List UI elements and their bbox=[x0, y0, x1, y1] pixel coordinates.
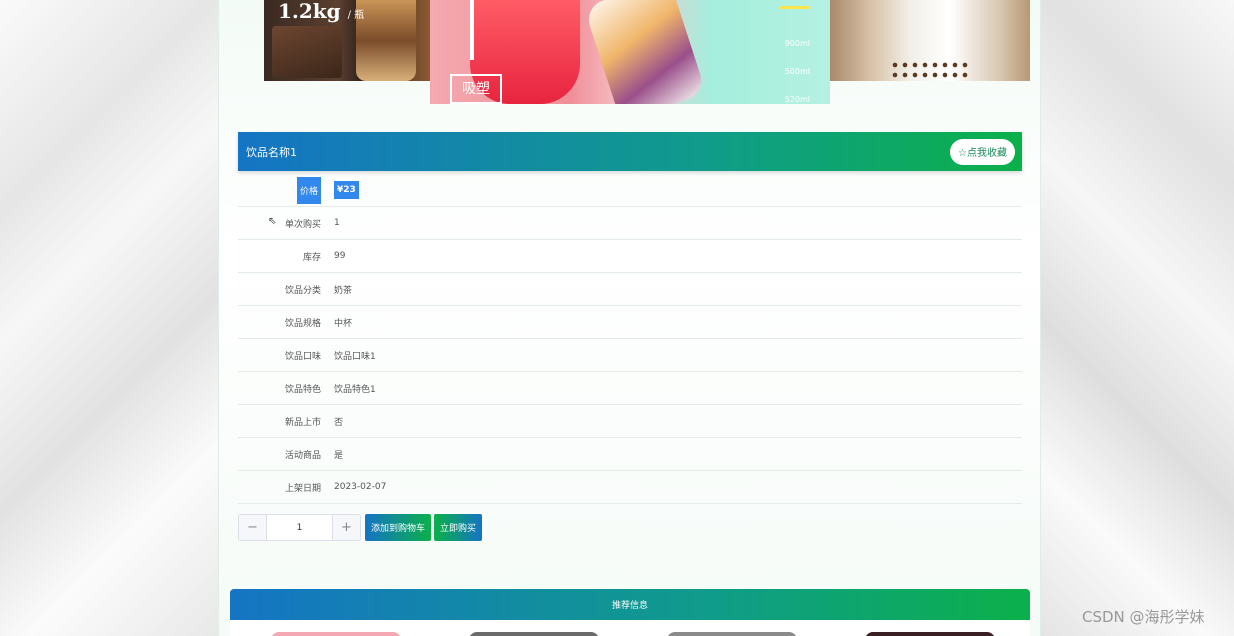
banner-image-fruit-drinks: 900ml 500ml 520ml 吸塑 bbox=[430, 0, 830, 104]
detail-value: 2023-02-07 bbox=[334, 482, 387, 492]
product-detail-table: 价格 ¥23 ⇖ 单次购买 1 库存 99 饮品分类 奶茶 饮品规格 中杯 饮品… bbox=[238, 174, 1022, 504]
detail-value: 1 bbox=[334, 218, 340, 228]
detail-label: 饮品规格 bbox=[284, 318, 321, 329]
price-value: ¥23 bbox=[334, 181, 359, 199]
main-content: 1.2kg / 瓶 900ml 500ml 520ml 吸塑 饮品名称1 ☆点我… bbox=[218, 0, 1041, 636]
favorite-button[interactable]: ☆点我收藏 bbox=[950, 138, 1015, 165]
detail-value: 否 bbox=[334, 417, 344, 428]
detail-label: 饮品分类 bbox=[284, 285, 321, 296]
banner-weight: 1.2kg / 瓶 bbox=[278, 0, 365, 23]
detail-row-stock: 库存 99 bbox=[238, 240, 1022, 273]
detail-value: 奶茶 bbox=[334, 285, 353, 296]
decrease-quantity-button[interactable]: − bbox=[239, 515, 266, 540]
detail-row-spec: 饮品规格 中杯 bbox=[238, 306, 1022, 339]
product-banner: 1.2kg / 瓶 900ml 500ml 520ml 吸塑 bbox=[264, 0, 1030, 104]
background-left bbox=[0, 0, 218, 636]
recommend-item-thumbnail[interactable] bbox=[865, 632, 995, 636]
detail-row-promotion: 活动商品 是 bbox=[238, 438, 1022, 471]
detail-value: 饮品特色1 bbox=[334, 384, 376, 395]
add-to-cart-button[interactable]: 添加到购物车 bbox=[365, 514, 432, 541]
detail-row-flavor: 饮品口味 饮品口味1 bbox=[238, 339, 1022, 372]
purchase-controls: − 1 + 添加到购物车 立即购买 bbox=[238, 514, 483, 541]
quantity-input[interactable]: 1 bbox=[266, 515, 333, 540]
recommend-title: 推荐信息 bbox=[611, 601, 648, 611]
detail-label: 库存 bbox=[302, 252, 321, 263]
detail-label: 饮品口味 bbox=[284, 351, 321, 362]
mouse-cursor-icon: ⇖ bbox=[268, 216, 277, 227]
detail-row-single-purchase: ⇖ 单次购买 1 bbox=[238, 207, 1022, 240]
detail-label: 单次购买 bbox=[284, 219, 321, 230]
recommend-item-thumbnail[interactable] bbox=[271, 632, 401, 636]
detail-row-listing-date: 上架日期 2023-02-07 bbox=[238, 471, 1022, 504]
detail-value: 是 bbox=[334, 450, 344, 461]
quantity-stepper: − 1 + bbox=[238, 514, 361, 541]
detail-label: 饮品特色 bbox=[284, 384, 321, 395]
watermark: CSDN @海彤学妹 bbox=[1082, 608, 1205, 626]
detail-value: 饮品口味1 bbox=[334, 351, 376, 362]
recommend-header: 推荐信息 bbox=[230, 589, 1030, 620]
detail-label: 上架日期 bbox=[284, 483, 321, 494]
background-right bbox=[1041, 0, 1234, 636]
detail-label: 价格 bbox=[296, 176, 321, 204]
increase-quantity-button[interactable]: + bbox=[333, 515, 360, 540]
banner-image-brownie-tea: 1.2kg / 瓶 bbox=[264, 0, 430, 81]
buy-now-button[interactable]: 立即购买 bbox=[434, 514, 483, 541]
detail-value: 99 bbox=[334, 251, 346, 261]
detail-row-new-arrival: 新品上市 否 bbox=[238, 405, 1022, 438]
banner-image-pearl-milk-tea bbox=[830, 0, 1030, 81]
product-name: 饮品名称1 bbox=[246, 145, 297, 159]
detail-label: 活动商品 bbox=[284, 450, 321, 461]
detail-label: 新品上市 bbox=[284, 417, 321, 428]
detail-row-price: 价格 ¥23 bbox=[238, 174, 1022, 207]
recommend-item-thumbnail[interactable] bbox=[469, 632, 599, 636]
banner-logo: 吸塑 bbox=[450, 74, 502, 104]
detail-row-category: 饮品分类 奶茶 bbox=[238, 273, 1022, 306]
detail-value: 中杯 bbox=[334, 318, 353, 329]
product-title-bar: 饮品名称1 ☆点我收藏 bbox=[238, 132, 1022, 171]
detail-row-feature: 饮品特色 饮品特色1 bbox=[238, 372, 1022, 405]
recommend-item-thumbnail[interactable] bbox=[667, 632, 797, 636]
banner-sizes: 900ml 500ml 520ml bbox=[784, 39, 810, 104]
